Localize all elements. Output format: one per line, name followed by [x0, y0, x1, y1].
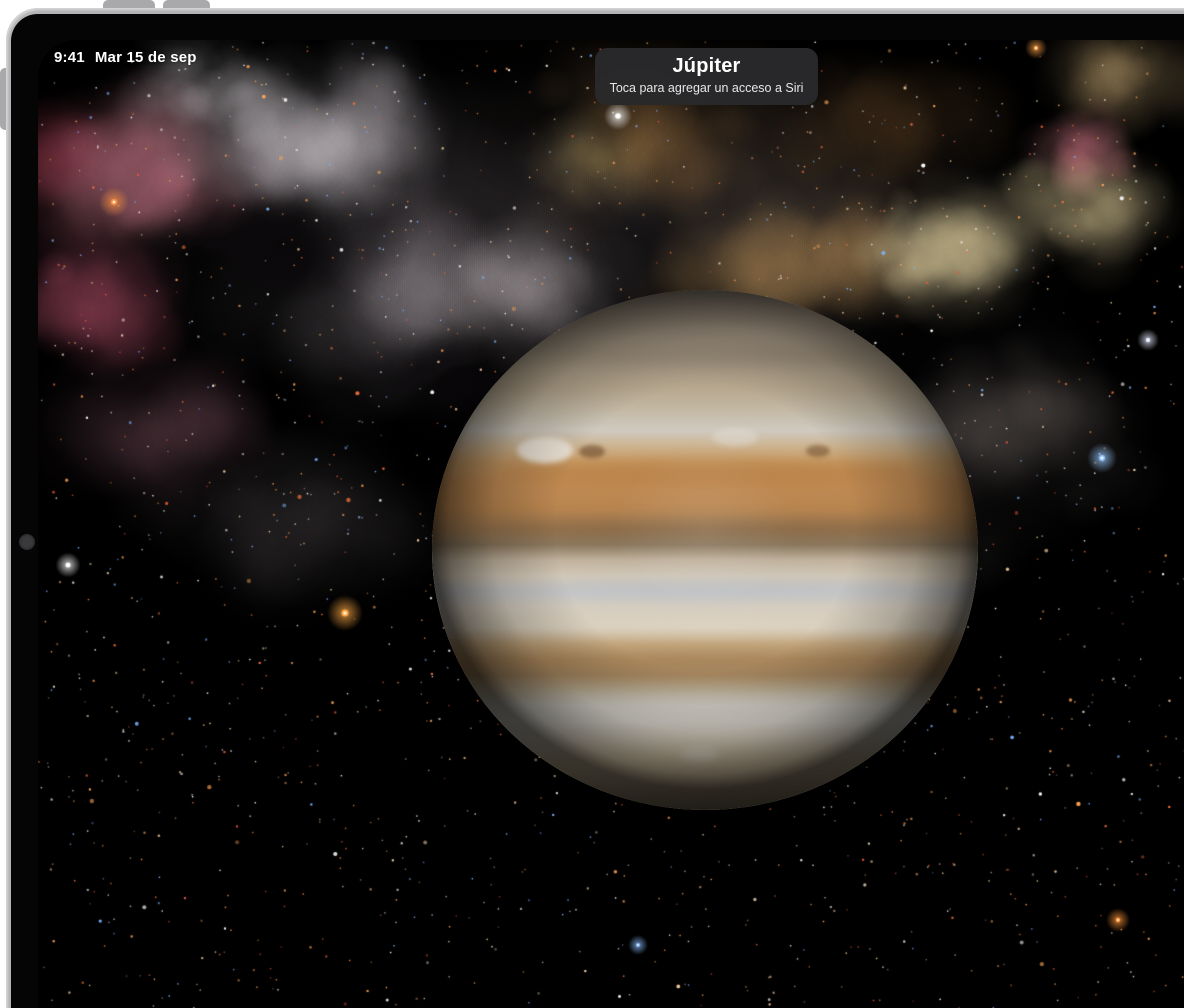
- siri-suggestion-banner[interactable]: Júpiter Toca para agregar un acceso a Si…: [595, 48, 818, 105]
- ipad-device-frame: 9:41 Mar 15 de sep Júpiter Toca para agr…: [6, 8, 1184, 1008]
- siri-banner-subtitle: Toca para agregar un acceso a Siri: [595, 80, 818, 97]
- planet-limb-shading: [432, 290, 978, 810]
- screen: 9:41 Mar 15 de sep Júpiter Toca para agr…: [38, 40, 1184, 1008]
- siri-banner-title: Júpiter: [595, 54, 818, 79]
- status-bar: 9:41 Mar 15 de sep: [54, 49, 197, 66]
- front-camera: [19, 534, 35, 550]
- status-bar-date: Mar 15 de sep: [95, 49, 197, 66]
- status-bar-time: 9:41: [54, 49, 85, 66]
- planet-jupiter[interactable]: [432, 290, 978, 810]
- page-background: 9:41 Mar 15 de sep Júpiter Toca para agr…: [0, 0, 1184, 1008]
- screen-bezel: 9:41 Mar 15 de sep Júpiter Toca para agr…: [11, 14, 1184, 1008]
